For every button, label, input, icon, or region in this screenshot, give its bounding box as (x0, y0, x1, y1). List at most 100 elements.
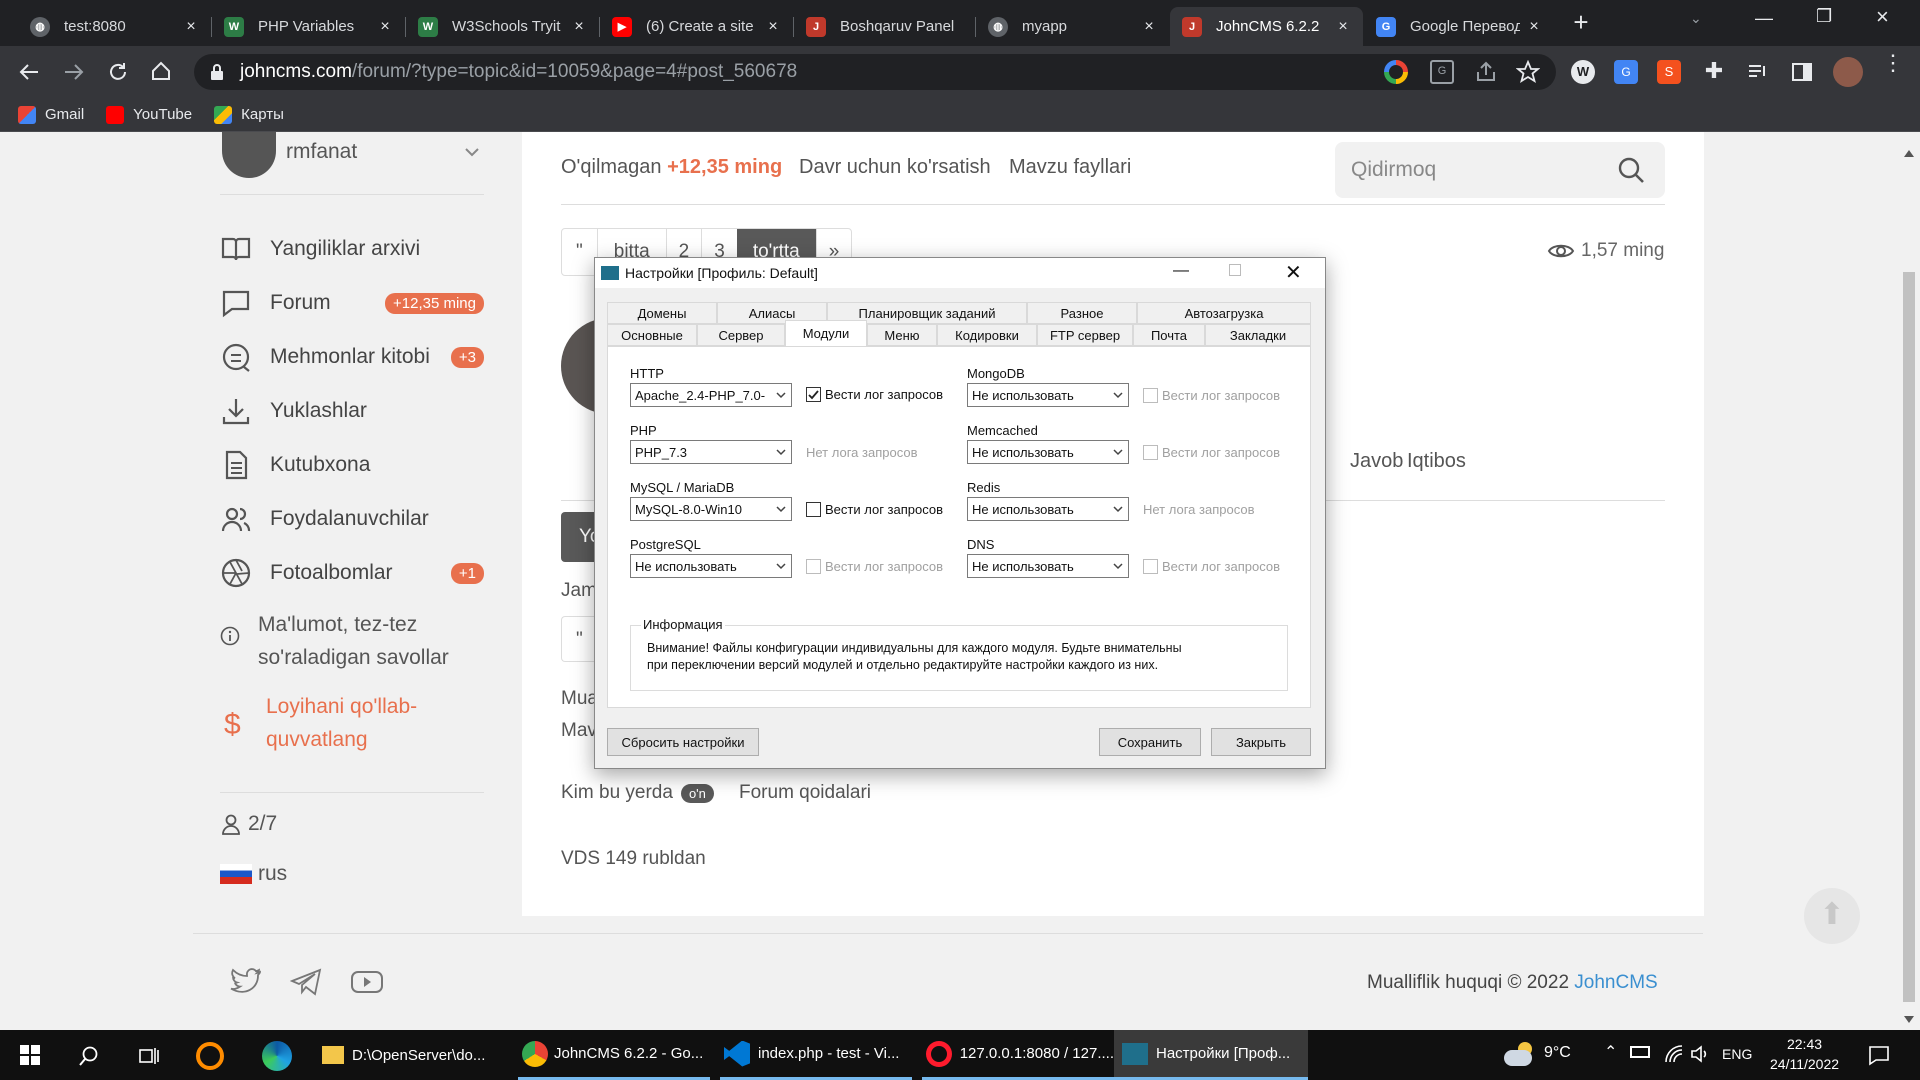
profile-avatar[interactable] (1833, 57, 1863, 87)
sidebar-item-downloads[interactable]: Yuklashlar (220, 384, 484, 438)
close-tab-icon[interactable]: × (1335, 18, 1351, 35)
extension-w-icon[interactable]: W (1571, 60, 1595, 84)
google-icon[interactable] (1384, 60, 1408, 84)
share-icon[interactable] (1474, 60, 1498, 84)
extension-orange-icon[interactable]: S (1657, 60, 1681, 84)
dialog-close-icon[interactable]: ✕ (1285, 260, 1302, 285)
tab-menu[interactable]: Меню (867, 324, 937, 346)
scroll-down-arrow[interactable] (1904, 1016, 1914, 1023)
tab-encodings[interactable]: Кодировки (937, 324, 1037, 346)
close-tab-icon[interactable]: × (765, 18, 781, 35)
browser-tab[interactable]: G Google Перевод × (1364, 7, 1554, 46)
who-here-link[interactable]: Kim bu yerda o'n (561, 782, 714, 804)
checkbox-checked[interactable] (806, 387, 821, 402)
bookmark-star-icon[interactable] (1516, 60, 1540, 84)
dns-select[interactable]: Не использовать (967, 554, 1129, 578)
task-view-icon[interactable] (138, 1045, 160, 1067)
page-prev[interactable]: " (562, 229, 597, 275)
sidebar-item-users[interactable]: Foydalanuvchilar (220, 492, 484, 546)
tab-mail[interactable]: Почта (1133, 324, 1205, 346)
period-link[interactable]: Davr uchun ko'rsatish (799, 156, 991, 179)
reload-icon[interactable] (107, 61, 129, 83)
save-button[interactable]: Сохранить (1099, 728, 1201, 756)
vds-ad-link[interactable]: VDS 149 rubldan (561, 848, 706, 870)
telegram-icon[interactable] (290, 968, 322, 996)
topic-files-link[interactable]: Mavzu fayllari (1009, 156, 1131, 179)
taskbar-app-chrome[interactable]: JohnCMS 6.2.2 - Go... (518, 1030, 710, 1080)
battery-icon[interactable] (1630, 1046, 1650, 1058)
redis-select[interactable]: Не использовать (967, 497, 1129, 521)
edge-icon[interactable] (262, 1041, 292, 1071)
scrollbar-thumb[interactable] (1903, 272, 1915, 1002)
notifications-icon[interactable] (1868, 1044, 1890, 1066)
page-scrollbar[interactable] (1898, 132, 1920, 1030)
tab-modules[interactable]: Модули (785, 320, 867, 346)
forward-icon[interactable] (63, 61, 85, 83)
volume-icon[interactable] (1690, 1044, 1710, 1064)
address-bar[interactable]: johncms.com/forum/?type=topic&id=10059&p… (194, 54, 1556, 90)
close-tab-icon[interactable]: × (1141, 18, 1157, 35)
forum-rules-link[interactable]: Forum qoidalari (739, 782, 871, 804)
online-count[interactable]: 2/7 (220, 812, 277, 836)
bookmark-gmail[interactable]: Gmail (18, 105, 84, 124)
memcached-select[interactable]: Не использовать (967, 440, 1129, 464)
bookmark-maps[interactable]: Карты (214, 105, 284, 124)
dialog-minimize-icon[interactable]: — (1173, 262, 1189, 280)
tab-search-icon[interactable]: ⌄ (1690, 10, 1710, 30)
http-log-checkbox[interactable]: Вести лог запросов (806, 387, 943, 402)
menu-dots-icon[interactable]: ⋮ (1882, 52, 1904, 86)
bookmark-youtube[interactable]: YouTube (106, 105, 192, 124)
taskbar-app-vscode[interactable]: index.php - test - Vi... (720, 1030, 912, 1080)
close-button[interactable]: Закрыть (1211, 728, 1311, 756)
media-queue-icon[interactable] (1746, 60, 1770, 84)
avatar[interactable] (222, 132, 276, 178)
reply-link[interactable]: Javob (1350, 450, 1403, 473)
sidebar-item-faq[interactable]: Ma'lumot, tez-tez so'raladigan savollar (220, 606, 484, 669)
unread-link[interactable]: O'qilmagan +12,35 ming (561, 156, 782, 179)
sidebar-item-forum[interactable]: Forum +12,35 ming (220, 276, 484, 330)
postgresql-select[interactable]: Не использовать (630, 554, 792, 578)
close-tab-icon[interactable]: × (183, 18, 199, 35)
minimize-icon[interactable]: — (1755, 8, 1779, 32)
checkbox-unchecked[interactable] (806, 502, 821, 517)
input-language[interactable]: ENG (1722, 1046, 1752, 1062)
tray-chevron-icon[interactable]: ⌃ (1604, 1042, 1617, 1062)
sidebar-item-news-archive[interactable]: Yangiliklar arxivi (220, 222, 484, 276)
tab-domains[interactable]: Домены (607, 302, 717, 324)
taskbar-app-opera[interactable]: 127.0.0.1:8080 / 127.... (922, 1030, 1114, 1080)
browser-tab[interactable]: W PHP Variables × (212, 7, 405, 46)
home-icon[interactable] (150, 60, 172, 82)
wifi-icon[interactable] (1664, 1044, 1684, 1064)
tab-autostart[interactable]: Автозагрузка (1137, 302, 1311, 324)
sidebar-item-library[interactable]: Kutubxona (220, 438, 484, 492)
extension-translate-icon[interactable]: G (1614, 60, 1638, 84)
youtube-icon[interactable] (350, 968, 384, 996)
close-tab-icon[interactable]: × (571, 18, 587, 35)
search-icon[interactable] (1617, 156, 1645, 184)
mongodb-select[interactable]: Не использовать (967, 383, 1129, 407)
restore-icon[interactable]: ❐ (1816, 6, 1840, 30)
mysql-log-checkbox[interactable]: Вести лог запросов (806, 502, 943, 517)
taskbar-app-openserver-settings[interactable]: Настройки [Проф... (1114, 1030, 1308, 1080)
reset-settings-button[interactable]: Сбросить настройки (607, 728, 759, 756)
mysql-select[interactable]: MySQL-8.0-Win10 (630, 497, 792, 521)
browser-tab[interactable]: W W3Schools Tryit × (406, 7, 599, 46)
translate-page-icon[interactable]: G (1430, 60, 1454, 84)
browser-tab[interactable]: J Boshqaruv Panel (794, 7, 987, 46)
close-window-icon[interactable]: × (1876, 4, 1900, 29)
twitter-icon[interactable] (230, 968, 262, 996)
extensions-puzzle-icon[interactable]: ✚ (1702, 58, 1726, 84)
side-panel-icon[interactable] (1790, 60, 1814, 84)
chevron-down-icon[interactable] (464, 146, 480, 158)
search-input[interactable]: Qidirmoq (1335, 142, 1665, 198)
support-project-link[interactable]: $ Loyihani qo'llab- quvvatlang (220, 688, 484, 754)
close-tab-icon[interactable]: × (1526, 18, 1542, 35)
browser-tab-active[interactable]: J JohnCMS 6.2.2 × (1170, 7, 1363, 46)
back-icon[interactable] (18, 61, 40, 83)
lock-icon[interactable] (210, 64, 224, 80)
http-select[interactable]: Apache_2.4-PHP_7.0- (630, 383, 792, 407)
weather-cloud-icon[interactable] (1504, 1040, 1534, 1068)
browser-tab[interactable]: ▶ (6) Create a site × (600, 7, 793, 46)
sidebar-item-photoalbums[interactable]: Fotoalbomlar +1 (220, 546, 484, 600)
quote-link[interactable]: Iqtibos (1407, 450, 1466, 473)
